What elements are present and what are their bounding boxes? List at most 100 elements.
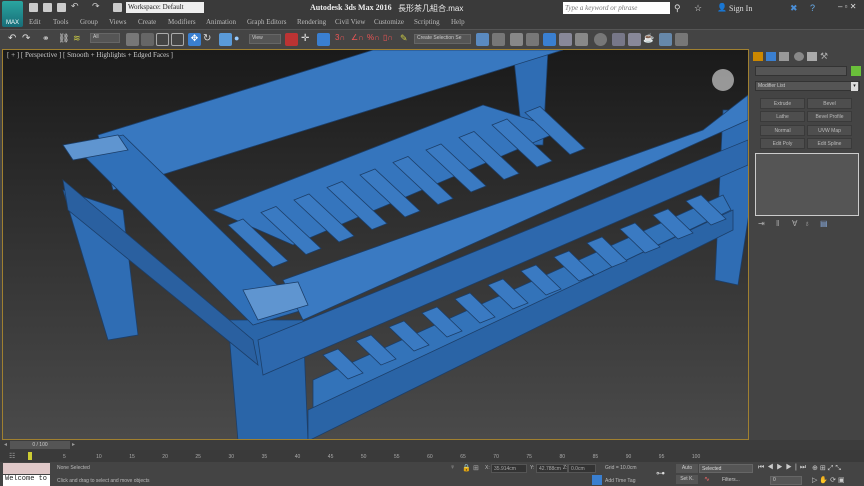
spinner-snap-icon[interactable]: ▯∩ [383,33,396,46]
viewport-nav-controls[interactable]: ⊕⊞⤢⤡ [812,464,843,473]
new-icon[interactable] [29,3,38,12]
object-color-swatch[interactable] [851,66,861,76]
add-time-tag-button[interactable]: Add Time Tag [605,478,635,484]
angle-snap-icon[interactable]: ∠∩ [351,33,364,46]
mirror-icon[interactable] [476,33,489,46]
window-controls[interactable]: – ▫ ✕ [838,2,856,11]
make-unique-icon[interactable]: ∀ [792,219,797,228]
select-by-name-icon[interactable] [141,33,154,46]
edit-spline-button[interactable]: Edit Spline [807,138,852,149]
redo-icon[interactable]: ↷ [92,1,101,11]
layer-manager-icon[interactable] [526,33,539,46]
rotate-icon[interactable]: ↻ [203,33,216,46]
percent-snap-icon[interactable]: %∩ [367,33,380,46]
key-icon[interactable]: ⊶ [656,468,665,479]
menu-group[interactable]: Group [80,18,98,26]
time-slider[interactable]: ◂ 0 / 100 ▸ [0,440,864,450]
place-icon[interactable]: ● [234,33,247,46]
modifier-stack[interactable] [755,153,859,216]
keyboard-shortcut-icon[interactable] [317,33,330,46]
app-logo-button[interactable]: MAX [2,1,23,27]
configure-modifier-sets-icon[interactable]: ▤ [820,219,828,228]
maxscript-listener-top[interactable] [3,463,50,474]
render-iterative-icon[interactable] [659,33,672,46]
z-coordinate-field[interactable]: 0.0cm [568,464,596,473]
scale-icon[interactable] [219,33,232,46]
unlink-icon[interactable]: ⛓ [58,33,71,46]
edit-poly-button[interactable]: Edit Poly [760,138,805,149]
scene-explorer-icon[interactable] [543,33,556,46]
menu-create[interactable]: Create [138,18,156,26]
binoculars-icon[interactable]: ⚲ [674,3,681,14]
current-frame-field[interactable]: 0 [770,476,802,485]
mini-curve-editor-icon[interactable]: ☷ [9,452,15,460]
display-tab-icon[interactable] [807,52,817,61]
set-key-button[interactable]: Set K. [676,475,698,484]
selection-filter-dropdown[interactable]: All [90,33,120,43]
open-icon[interactable] [43,3,52,12]
menu-modifiers[interactable]: Modifiers [168,18,196,26]
menu-customize[interactable]: Customize [374,18,404,26]
absolute-mode-icon[interactable]: ⊞ [473,464,479,472]
star-icon[interactable]: ☆ [694,3,702,14]
edit-named-selection-icon[interactable]: ✎ [400,33,413,46]
undo-icon[interactable]: ↶ [8,33,21,46]
motion-tab-icon[interactable] [794,52,804,61]
sign-in-link[interactable]: Sign In [729,4,752,13]
link-icon[interactable]: ⚭ [42,33,55,46]
menu-scripting[interactable]: Scripting [414,18,440,26]
utilities-tab-icon[interactable]: ⚒ [820,51,828,62]
window-crossing-icon[interactable] [171,33,184,46]
menu-edit[interactable]: Edit [29,18,41,26]
time-tag-icon[interactable] [592,475,602,485]
menu-rendering[interactable]: Rendering [297,18,326,26]
menu-civil-view[interactable]: Civil View [335,18,365,26]
redo-icon[interactable]: ↷ [22,33,35,46]
layer-explorer-icon[interactable] [510,33,523,46]
normal-button[interactable]: Normal [760,125,805,136]
align-icon[interactable] [492,33,505,46]
lock-selection-icon[interactable]: 🔒 [462,464,471,472]
object-name-field[interactable] [755,66,847,76]
uvw-map-button[interactable]: UVW Map [807,125,852,136]
hierarchy-tab-icon[interactable] [779,52,789,61]
viewport-label[interactable]: [ + ] [ Perspective ] [ Smooth + Highlig… [7,51,173,59]
render-in-cloud-icon[interactable] [675,33,688,46]
project-folder-icon[interactable] [113,3,122,12]
isolate-icon[interactable]: ♀ [450,464,455,471]
snap-3d-icon[interactable]: 3∩ [335,33,348,46]
move-icon[interactable]: ✥ [188,33,201,46]
bind-space-warp-icon[interactable]: ≋ [73,33,86,46]
menu-animation[interactable]: Animation [206,18,236,26]
rectangle-selection-icon[interactable] [156,33,169,46]
remove-modifier-icon[interactable]: ♁ [804,219,810,228]
time-next-icon[interactable]: ▸ [72,441,75,448]
material-editor-icon[interactable] [594,33,607,46]
playback-controls[interactable]: ⏮◀▶▶|⏭ [758,464,809,472]
key-filters-button[interactable]: Filters... [722,477,740,483]
maxscript-listener-input[interactable]: Welcome to [3,475,50,486]
selection-set-dropdown[interactable]: Create Selection Se [414,34,471,44]
key-filter-dropdown[interactable]: Selected [699,464,753,473]
perspective-viewport[interactable]: [ + ] [ Perspective ] [ Smooth + Highlig… [2,49,749,440]
track-bar[interactable]: ☷ 5 10 15 20 25 30 35 40 45 50 55 60 65 70 75 80 85 90 95 1… [0,450,864,462]
bevel-profile-button[interactable]: Bevel Profile [807,111,852,122]
save-icon[interactable] [57,3,66,12]
workspace-dropdown[interactable]: Workspace: Default [126,2,204,13]
viewport-nav-controls-2[interactable]: ▷✋⟳▣ [812,476,847,484]
menu-help[interactable]: Help [451,18,465,26]
undo-icon[interactable]: ↶ [71,1,80,11]
modifier-list-dropdown[interactable]: Modifier List ▾ [755,81,860,91]
render-setup-icon[interactable] [612,33,625,46]
manipulate-icon[interactable]: ✛ [301,33,314,46]
menu-views[interactable]: Views [109,18,126,26]
x-coordinate-field[interactable]: 35.914cm [491,464,527,473]
time-prev-icon[interactable]: ◂ [4,441,7,448]
schematic-view-icon[interactable] [575,33,588,46]
show-end-result-icon[interactable]: ‖ [776,219,779,228]
viewcube-icon[interactable] [712,69,734,91]
create-tab-icon[interactable] [753,52,763,61]
time-slider-thumb[interactable]: 0 / 100 [10,441,70,449]
menu-graph-editors[interactable]: Graph Editors [247,18,286,26]
rendered-frame-icon[interactable] [628,33,641,46]
